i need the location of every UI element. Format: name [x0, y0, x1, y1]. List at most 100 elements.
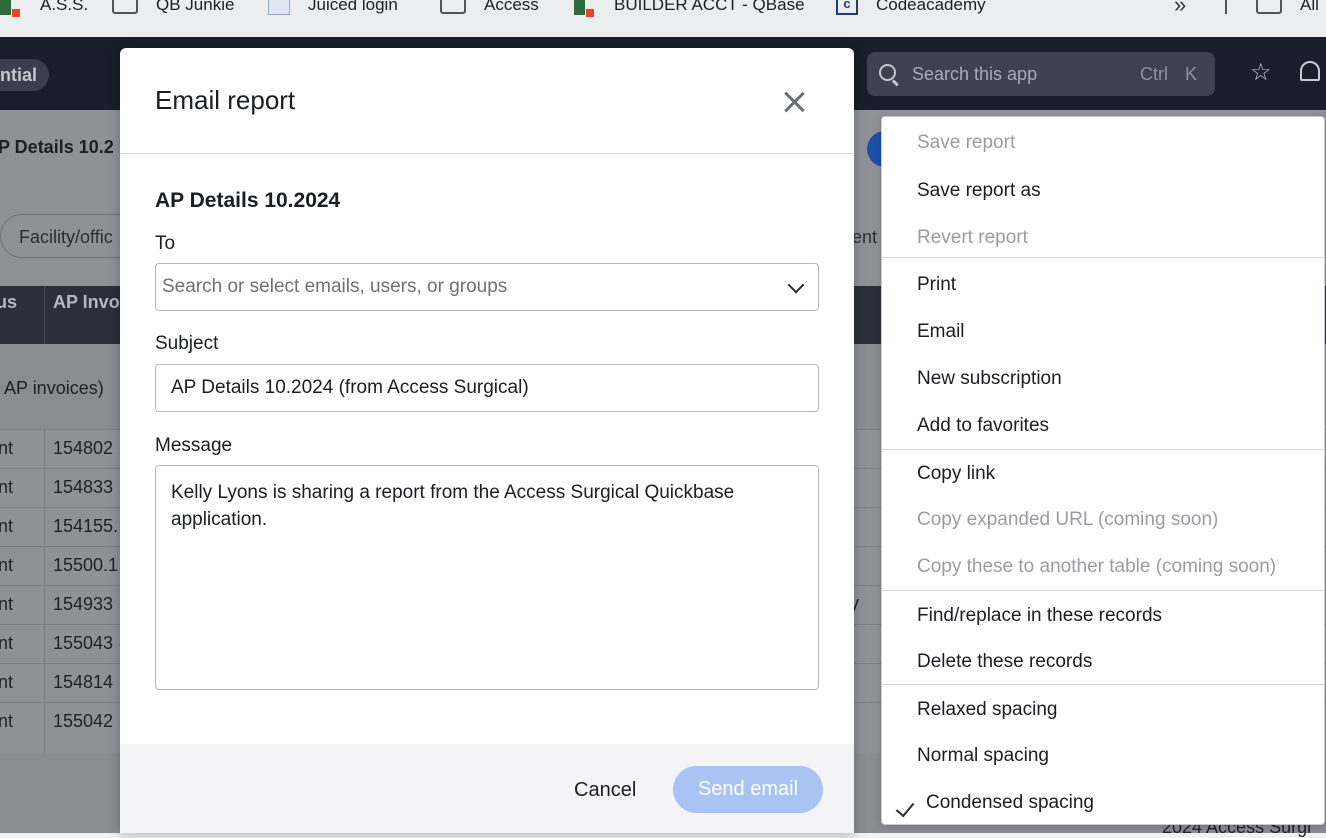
group-label: AP invoices) [4, 378, 104, 398]
subject-input[interactable]: AP Details 10.2024 (from Access Surgical… [155, 364, 819, 412]
bookmark-a-s-s[interactable]: A.S.S. [0, 0, 89, 17]
menu-divider [882, 257, 1324, 258]
checkmark-icon [895, 797, 915, 818]
column-divider [44, 508, 45, 547]
bookmark-label: A.S.S. [40, 0, 89, 14]
column-divider [44, 547, 45, 586]
bell-icon[interactable] [1300, 61, 1320, 81]
table-cell: 154933 [53, 594, 114, 614]
report-actions-menu: Save report Save report as Revert report… [881, 116, 1325, 825]
menu-item-copy-expanded-url: Copy expanded URL (coming soon) [917, 509, 1219, 530]
table-cell: 155043 [53, 633, 114, 653]
bookmark-label: Juiced login [308, 0, 398, 14]
column-header-ap-invoice[interactable]: AP Invo [53, 292, 120, 313]
bookmark-label: BUILDER ACCT - QBase [614, 0, 805, 14]
column-header-status[interactable]: us [0, 292, 17, 313]
table-cell: nt [0, 672, 14, 692]
bookmark-label: All [1300, 0, 1319, 14]
bookmarks-bar: A.S.S. QB Junkie Juiced login Access BUI… [0, 0, 1326, 38]
cancel-button[interactable]: Cancel [558, 767, 652, 813]
menu-item-save-report-as[interactable]: Save report as [917, 180, 1041, 202]
column-divider [44, 286, 45, 344]
table-cell: nt [0, 438, 14, 458]
more-bookmarks-icon[interactable]: » [1174, 0, 1186, 18]
table-cell: 154833 [53, 477, 114, 497]
bookmarks-separator [1225, 0, 1227, 14]
table-cell: nt [0, 555, 14, 575]
column-divider [44, 625, 45, 664]
shortcut-key-k: K [1185, 64, 1198, 84]
app-search-box[interactable]: Search this app Ctrl K [867, 52, 1215, 96]
dialog-footer: Cancel Send email [120, 744, 854, 833]
table-cell: 154802 [53, 438, 114, 458]
table-cell: 154155. [53, 516, 119, 536]
juiced-icon [268, 0, 290, 15]
codeacademy-icon: c [836, 0, 858, 15]
message-value: Kelly Lyons is sharing a report from the… [171, 482, 735, 530]
report-name: AP Details 10.2024 [155, 189, 341, 212]
bookmark-builder-acct[interactable]: BUILDER ACCT - QBase [574, 0, 805, 17]
column-divider [44, 469, 45, 508]
email-report-dialog: Email report AP Details 10.2024 To Searc… [120, 48, 854, 833]
menu-item-find-replace[interactable]: Find/replace in these records [917, 605, 1162, 627]
message-label: Message [155, 435, 233, 456]
dialog-title: Email report [155, 85, 296, 115]
menu-item-condensed-spacing[interactable]: Condensed spacing [926, 792, 1094, 814]
bookmark-label: QB Junkie [156, 0, 235, 14]
table-cell: nt [0, 633, 14, 653]
menu-item-relaxed-spacing[interactable]: Relaxed spacing [917, 699, 1057, 721]
bookmark-label: Access [484, 0, 539, 14]
table-cell: 155042 [53, 711, 114, 731]
menu-divider [882, 449, 1324, 450]
folder-icon [1256, 0, 1282, 14]
send-email-button[interactable]: Send email [673, 766, 823, 813]
chevron-down-icon[interactable] [787, 276, 805, 294]
menu-item-new-subscription[interactable]: New subscription [917, 368, 1062, 390]
close-icon[interactable] [780, 88, 808, 116]
menu-item-email[interactable]: Email [917, 321, 965, 343]
filter-tail-text: ent [852, 227, 878, 247]
bookmark-juiced-login[interactable]: Juiced login [268, 0, 398, 16]
menu-item-normal-spacing[interactable]: Normal spacing [917, 745, 1049, 767]
folder-icon [112, 0, 138, 14]
menu-item-save-report: Save report [917, 132, 1016, 153]
table-cell: nt [0, 516, 14, 536]
table-cell: nt [0, 711, 14, 731]
table-cell: 154814 [53, 672, 114, 692]
search-icon [879, 64, 896, 81]
menu-divider [882, 684, 1324, 685]
search-placeholder: Search this app [912, 64, 1038, 84]
dialog-divider [120, 153, 854, 154]
bookmark-label: Codeacademy [876, 0, 986, 14]
subject-value: AP Details 10.2024 (from Access Surgical… [171, 377, 529, 398]
menu-item-print[interactable]: Print [917, 274, 956, 296]
subject-label: Subject [155, 333, 219, 354]
bookmark-all[interactable]: All [1256, 0, 1319, 16]
folder-icon [440, 0, 466, 14]
column-divider [44, 430, 45, 469]
bookmark-codeacademy[interactable]: c Codeacademy [836, 0, 986, 16]
environment-pill[interactable]: ntial [0, 59, 50, 91]
quickbase-icon [574, 0, 596, 17]
column-divider [44, 703, 45, 753]
bookmark-access[interactable]: Access [440, 0, 539, 16]
menu-item-copy-link[interactable]: Copy link [917, 463, 995, 485]
bookmark-qb-junkie[interactable]: QB Junkie [112, 0, 234, 16]
menu-item-add-to-favorites[interactable]: Add to favorites [917, 415, 1049, 437]
column-divider [44, 664, 45, 703]
to-recipients-select[interactable]: Search or select emails, users, or group… [155, 263, 819, 311]
message-textarea[interactable]: Kelly Lyons is sharing a report from the… [155, 465, 819, 690]
menu-item-revert-report: Revert report [917, 227, 1028, 248]
menu-item-delete-records[interactable]: Delete these records [917, 651, 1092, 673]
table-cell: 15500.1 [53, 555, 119, 575]
menu-divider [882, 590, 1324, 591]
star-icon[interactable]: ☆ [1250, 61, 1272, 85]
shortcut-key-ctrl: Ctrl [1140, 64, 1168, 84]
menu-item-copy-to-another-table: Copy these to another table (coming soon… [917, 556, 1277, 577]
table-cell: nt [0, 477, 14, 497]
table-cell: nt [0, 594, 14, 614]
report-title: P Details 10.2 [0, 137, 114, 157]
column-divider [44, 586, 45, 625]
to-placeholder: Search or select emails, users, or group… [162, 276, 508, 297]
quickbase-icon [0, 0, 22, 17]
